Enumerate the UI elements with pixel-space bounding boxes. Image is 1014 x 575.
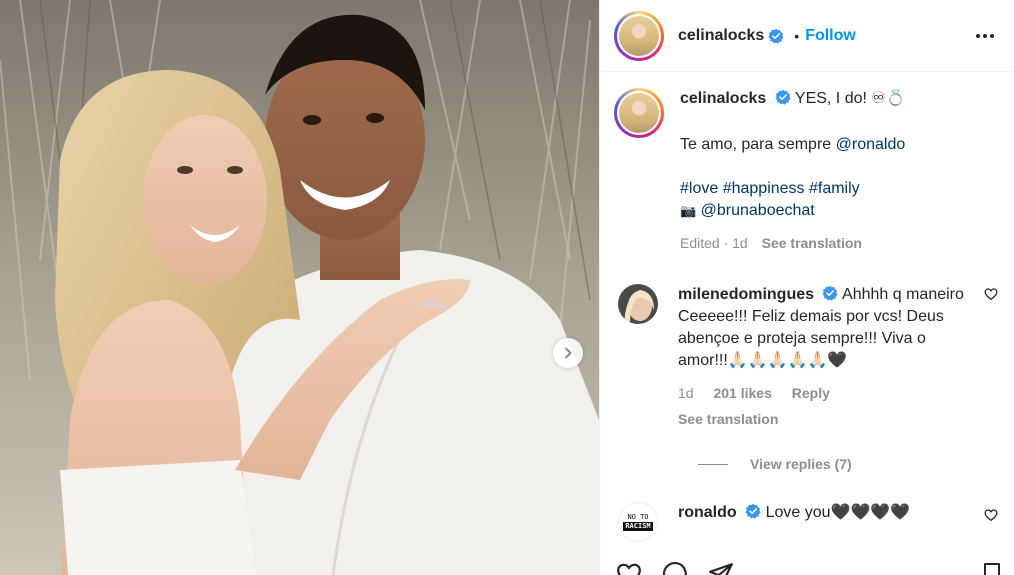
comment-time: 1d (678, 385, 694, 401)
reply-button[interactable]: Reply (792, 385, 830, 401)
view-replies-button[interactable]: View replies (7) (698, 456, 1000, 472)
carousel-next-button[interactable] (553, 338, 583, 368)
heart-icon[interactable] (984, 287, 998, 301)
post-photo[interactable] (0, 0, 599, 575)
comment-body: ronaldo Love you🖤🖤🖤🖤 (678, 502, 968, 542)
follow-button[interactable]: Follow (805, 27, 856, 45)
post-header: celinalocks • Follow (600, 0, 1014, 72)
comment-item: NO TO RACISM ronaldo Love you🖤🖤🖤🖤 (614, 502, 1000, 542)
caption-username[interactable]: celinalocks (680, 90, 766, 107)
credit-link[interactable]: @brunaboechat (701, 202, 815, 219)
edited-timestamp: Edited · 1d (680, 235, 748, 251)
caption-avatar[interactable] (614, 88, 664, 138)
caption-line-2: Te amo, para sempre (680, 136, 836, 153)
comment-text: Love you🖤🖤🖤🖤 (765, 504, 911, 521)
share-icon[interactable] (708, 561, 734, 575)
comment-avatar[interactable] (618, 284, 658, 324)
avatar-image (619, 15, 659, 56)
author-avatar[interactable] (614, 10, 664, 61)
more-options-icon[interactable] (972, 28, 998, 44)
replies-divider (698, 463, 728, 465)
verified-badge-icon (768, 28, 784, 44)
comment-meta: 1d 201 likes Reply (678, 382, 968, 404)
comment-avatar[interactable]: NO TO RACISM (618, 502, 658, 542)
comment-username[interactable]: ronaldo (678, 504, 737, 521)
comment-body: milenedomingues Ahhhh q maneiro Ceeeee!!… (678, 284, 968, 430)
chevron-right-icon (565, 347, 572, 359)
action-bar (616, 561, 1000, 575)
heart-icon[interactable] (616, 561, 642, 575)
hashtag-links[interactable]: #love #happiness #family (680, 180, 860, 197)
caption: celinalocks YES, I do! ♾💍 Te amo, para s… (614, 88, 1000, 254)
verified-badge-icon (745, 503, 761, 519)
comment-likes[interactable]: 201 likes (713, 385, 771, 401)
caption-meta: Edited · 1d See translation (680, 232, 906, 254)
see-translation-link[interactable]: See translation (678, 408, 968, 430)
heart-icon[interactable] (984, 508, 998, 522)
comment-username[interactable]: milenedomingues (678, 286, 814, 303)
bookmark-icon[interactable] (980, 561, 1004, 575)
verified-badge-icon (775, 89, 791, 105)
avatar-text-bottom: RACISM (623, 522, 653, 531)
avatar-text-top: NO TO (627, 513, 649, 521)
separator-dot: • (794, 27, 800, 44)
avatar-image (619, 93, 659, 133)
avatar-image (618, 284, 658, 324)
mention-link[interactable]: @ronaldo (836, 136, 906, 153)
view-replies-label: View replies (7) (750, 456, 852, 472)
author-username[interactable]: celinalocks (678, 27, 764, 45)
caption-line-1: YES, I do! ♾💍 (794, 90, 906, 107)
see-translation-link[interactable]: See translation (762, 235, 862, 251)
comment-icon[interactable] (662, 561, 688, 575)
post-side-panel: celinalocks • Follow celinalocks YES, I (599, 0, 1014, 575)
photo-illustration (0, 0, 599, 575)
comments-list: celinalocks YES, I do! ♾💍 Te amo, para s… (600, 72, 1014, 542)
verified-badge-icon (822, 285, 838, 301)
caption-body: celinalocks YES, I do! ♾💍 Te amo, para s… (680, 88, 906, 254)
comment-item: milenedomingues Ahhhh q maneiro Ceeeee!!… (614, 284, 1000, 430)
camera-icon: 📷 (680, 203, 697, 218)
